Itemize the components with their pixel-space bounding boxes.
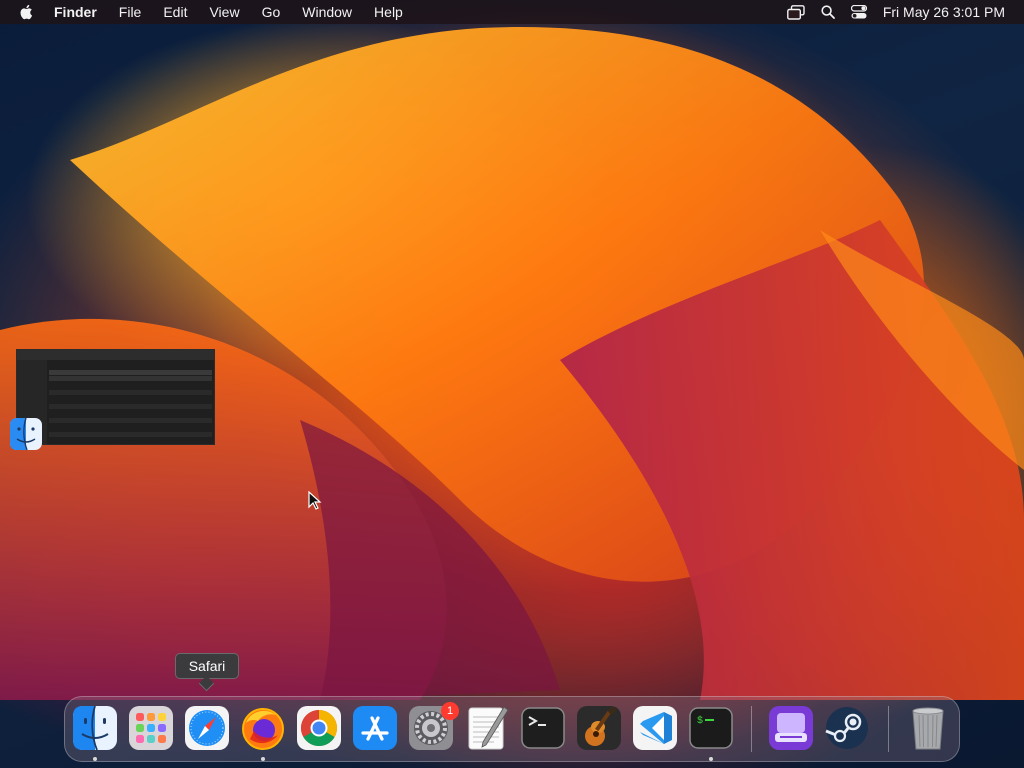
- dock-firefox-icon[interactable]: [240, 705, 286, 751]
- search-icon[interactable]: [821, 5, 835, 19]
- thumbnail-row: [49, 370, 212, 375]
- dock-safari-icon[interactable]: [184, 705, 230, 751]
- dock-finder-icon[interactable]: [72, 705, 118, 751]
- dock-tooltip: Safari: [175, 653, 239, 692]
- menu-bar: Finder File Edit View Go Window Help Fri…: [0, 0, 1024, 24]
- dock-vscode-icon[interactable]: [632, 705, 678, 751]
- firefox-running-indicator: [261, 757, 265, 761]
- thumbnail-row: [49, 376, 212, 381]
- dock-terminal-icon[interactable]: [520, 705, 566, 751]
- dock-terminal-green-icon[interactable]: $: [688, 705, 734, 751]
- dock-launchpad-icon[interactable]: [128, 705, 174, 751]
- thumbnail-row: [49, 404, 212, 409]
- menubar-clock[interactable]: Fri May 26 3:01 PM: [883, 4, 1005, 20]
- menu-finder[interactable]: Finder: [54, 0, 97, 24]
- dock-installer-icon[interactable]: [768, 705, 814, 751]
- dock-tooltip-label: Safari: [188, 658, 226, 674]
- screen-mirroring-icon[interactable]: [786, 4, 805, 20]
- dock-separator: [751, 706, 752, 752]
- finder-window-app-icon: [10, 417, 42, 451]
- menu-file[interactable]: File: [119, 0, 142, 24]
- terminal-running-indicator: [709, 757, 713, 761]
- dock-chrome-icon[interactable]: [296, 705, 342, 751]
- dock-app-store-icon[interactable]: [352, 705, 398, 751]
- thumbnail-toolbar: [17, 350, 214, 360]
- menu-go[interactable]: Go: [262, 0, 281, 24]
- dock-steam-icon[interactable]: [824, 705, 870, 751]
- finder-running-indicator: [93, 757, 97, 761]
- dock-trash-icon[interactable]: [905, 705, 951, 751]
- control-center-icon[interactable]: [850, 5, 867, 19]
- mouse-cursor-icon: [308, 491, 322, 510]
- system-preferences-badge: 1: [441, 702, 459, 720]
- thumbnail-row: [49, 418, 212, 423]
- finder-window-thumbnail[interactable]: [16, 349, 215, 445]
- thumbnail-row: [49, 432, 212, 437]
- menu-edit[interactable]: Edit: [163, 0, 187, 24]
- menu-help[interactable]: Help: [374, 0, 403, 24]
- dock-garageband-icon[interactable]: [576, 705, 622, 751]
- menu-window[interactable]: Window: [302, 0, 352, 24]
- dock-separator: [888, 706, 889, 752]
- thumbnail-row: [49, 390, 212, 395]
- svg-text:$: $: [697, 715, 703, 727]
- apple-menu-icon[interactable]: [18, 3, 36, 21]
- dock-textedit-icon[interactable]: [464, 705, 510, 751]
- menu-view[interactable]: View: [209, 0, 239, 24]
